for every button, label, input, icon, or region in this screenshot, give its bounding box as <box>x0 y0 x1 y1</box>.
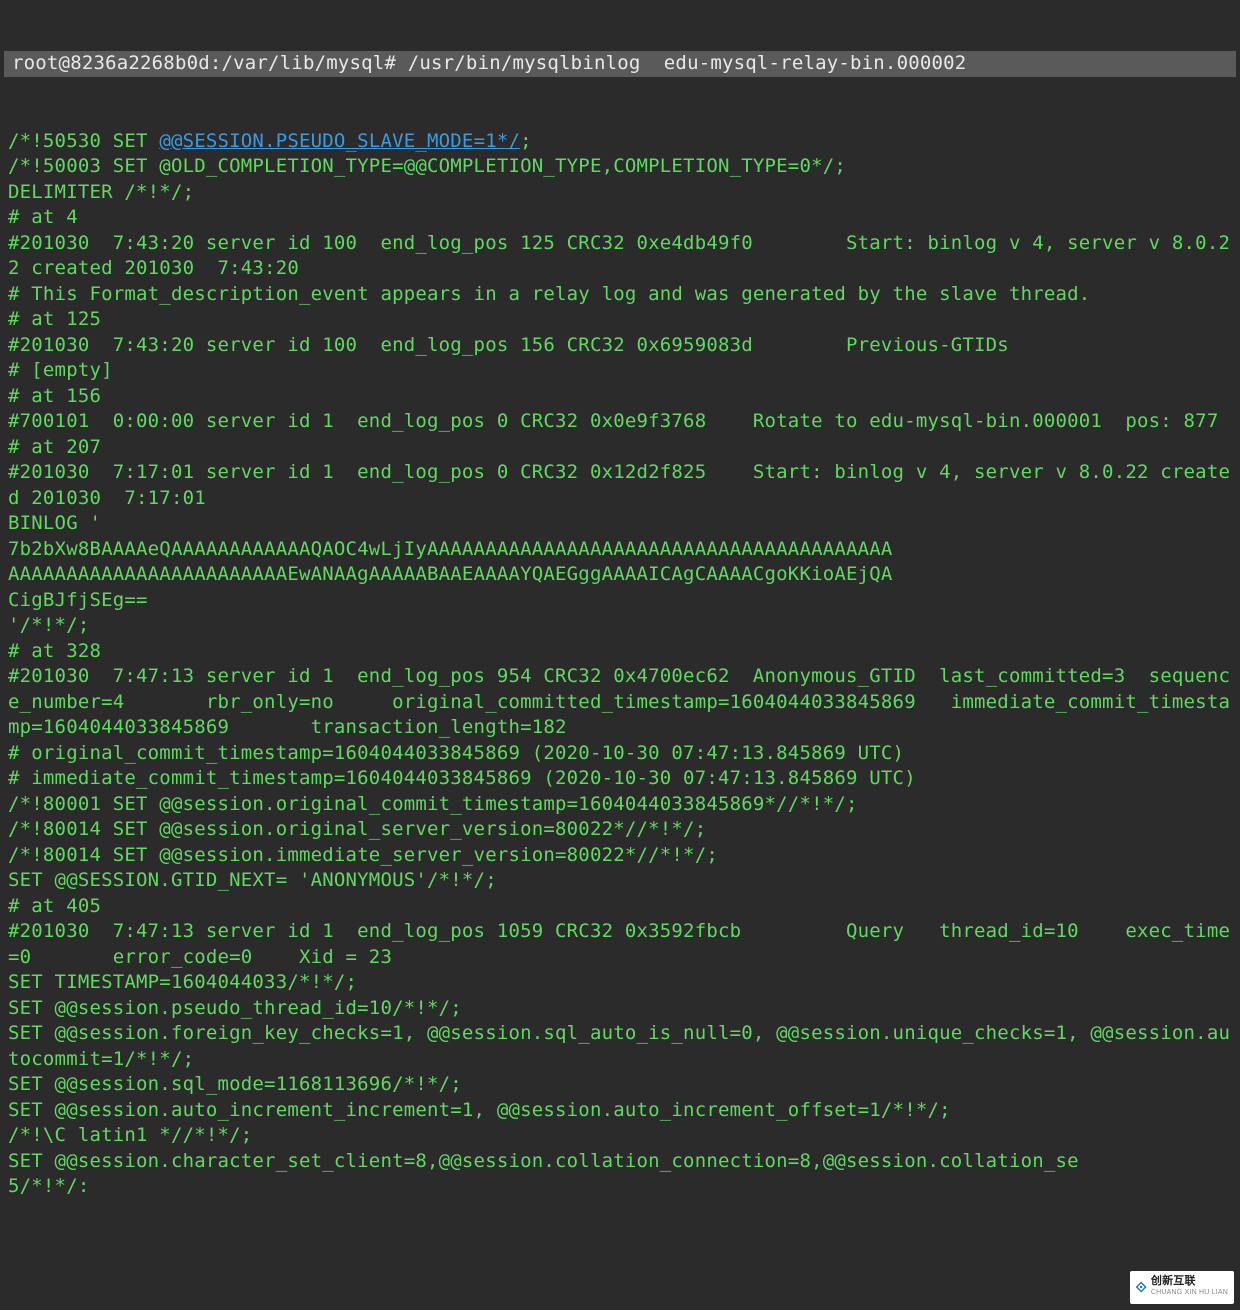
watermark-logo-icon: ⟐ <box>1136 1275 1147 1301</box>
line: /*!80014 SET @@session.immediate_server_… <box>8 844 718 866</box>
shell-prompt: root@8236a2268b0d:/var/lib/mysql# <box>12 52 396 74</box>
line: SET @@session.pseudo_thread_id=10/*!*/; <box>8 997 462 1019</box>
line: SET @@session.auto_increment_increment=1… <box>8 1099 951 1121</box>
shell-prompt-line: root@8236a2268b0d:/var/lib/mysql# /usr/b… <box>4 51 1236 77</box>
line: # at 125 <box>8 308 101 330</box>
line: /*!80014 SET @@session.original_server_v… <box>8 818 706 840</box>
line: # at 4 <box>8 206 78 228</box>
line: # at 328 <box>8 640 101 662</box>
line: /*!80001 SET @@session.original_commit_t… <box>8 793 858 815</box>
line: SET @@SESSION.GTID_NEXT= 'ANONYMOUS'/*!*… <box>8 869 497 891</box>
line: /*!50003 SET @OLD_COMPLETION_TYPE=@@COMP… <box>8 155 846 177</box>
line: 5/*!*/: <box>8 1175 89 1197</box>
line: AAAAAAAAAAAAAAAAAAAAAAAAEwANAAgAAAAABAAE… <box>8 563 893 585</box>
line: SET @@session.foreign_key_checks=1, @@se… <box>8 1022 1230 1070</box>
watermark: ⟐ 创新互联 CHUANG XIN HU LIAN <box>1130 1271 1234 1305</box>
line: SET TIMESTAMP=1604044033/*!*/; <box>8 971 357 993</box>
line: /*!50530 SET <box>8 130 159 152</box>
line: #201030 7:47:13 server id 1 end_log_pos … <box>8 665 1230 738</box>
line: ; <box>520 130 532 152</box>
line: #700101 0:00:00 server id 1 end_log_pos … <box>8 410 1218 432</box>
line: # immediate_commit_timestamp=16040440338… <box>8 767 916 789</box>
line: # This Format_description_event appears … <box>8 283 1090 305</box>
watermark-brand: 创新互联 <box>1151 1276 1228 1287</box>
line: # original_commit_timestamp=160404403384… <box>8 742 904 764</box>
line: #201030 7:43:20 server id 100 end_log_po… <box>8 232 1230 280</box>
line: # at 405 <box>8 895 101 917</box>
line: #201030 7:47:13 server id 1 end_log_pos … <box>8 920 1230 968</box>
watermark-sub: CHUANG XIN HU LIAN <box>1151 1287 1228 1298</box>
line: # at 156 <box>8 385 101 407</box>
line: CigBJfjSEg== <box>8 589 148 611</box>
session-variable-link[interactable]: @@SESSION.PSEUDO_SLAVE_MODE=1*/ <box>159 130 520 152</box>
terminal-body: /*!50530 SET @@SESSION.PSEUDO_SLAVE_MODE… <box>0 129 1240 1200</box>
line: #201030 7:17:01 server id 1 end_log_pos … <box>8 461 1230 509</box>
line: # [empty] <box>8 359 113 381</box>
line: BINLOG ' <box>8 512 101 534</box>
shell-command: /usr/bin/mysqlbinlog edu-mysql-relay-bin… <box>408 52 967 74</box>
line: SET @@session.sql_mode=1168113696/*!*/; <box>8 1073 462 1095</box>
line: # at 207 <box>8 436 101 458</box>
line: SET @@session.character_set_client=8,@@s… <box>8 1150 1079 1172</box>
line: #201030 7:43:20 server id 100 end_log_po… <box>8 334 1009 356</box>
line: '/*!*/; <box>8 614 89 636</box>
terminal-output[interactable]: root@8236a2268b0d:/var/lib/mysql# /usr/b… <box>0 0 1240 1225</box>
line: DELIMITER /*!*/; <box>8 181 194 203</box>
line: 7b2bXw8BAAAAeQAAAAAAAAAAAAQAOC4wLjIyAAAA… <box>8 538 893 560</box>
line: /*!\C latin1 *//*!*/; <box>8 1124 252 1146</box>
